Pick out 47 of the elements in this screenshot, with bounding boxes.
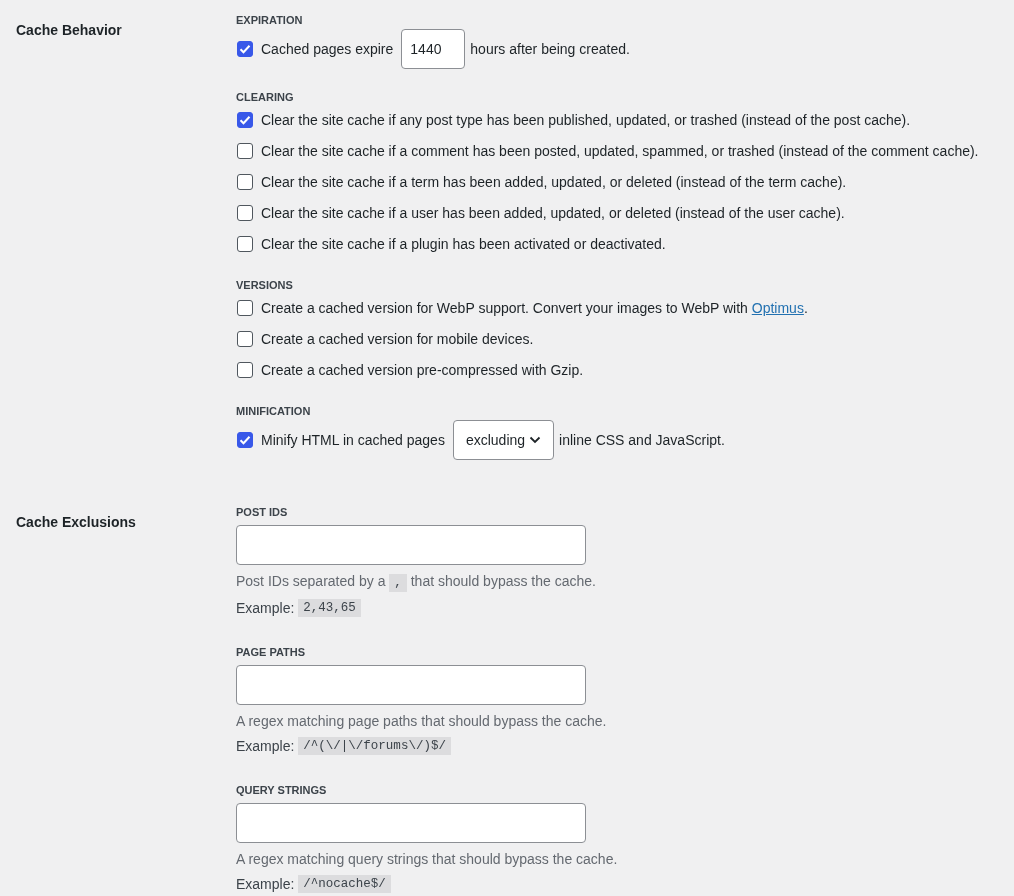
checkbox[interactable] [237, 41, 253, 57]
checkbox[interactable] [237, 235, 253, 252]
option-label: inline CSS and JavaScript. [559, 432, 725, 448]
section-title: Cache Exclusions [16, 514, 136, 530]
checkbox[interactable] [237, 330, 253, 347]
checkbox[interactable] [237, 173, 253, 190]
link[interactable]: Optimus [751, 299, 804, 316]
option-label: Create a cached version pre-compressed with Gzip. [261, 361, 584, 378]
group-heading: MINIFICATION [236, 404, 311, 418]
example-code: 2,43,65 [298, 599, 361, 617]
option-label: Minify HTML in cached pages [261, 432, 445, 448]
checkbox[interactable] [237, 361, 253, 378]
group-heading: EXPIRATION [236, 13, 303, 27]
text-field[interactable] [236, 665, 586, 705]
checkbox[interactable] [237, 432, 253, 448]
option-label: Clear the site cache if a user has been added, updated, or deleted (instead of the user cache). [261, 204, 845, 221]
chevron-down-icon [529, 436, 542, 444]
option-label: hours after being created. [470, 41, 630, 57]
field-heading: PAGE PATHS [236, 645, 306, 659]
text-field[interactable] [236, 525, 586, 565]
example-code: /^nocache$/ [298, 875, 391, 893]
option-label: Clear the site cache if a plugin has been activated or deactivated. [261, 235, 666, 252]
option-label: Cached pages expire [261, 41, 394, 57]
group-heading: VERSIONS [236, 278, 293, 292]
example-label: Example: [236, 876, 295, 892]
option-label: Clear the site cache if any post type has been published, updated, or trashed (instead of the post cache). [261, 111, 911, 128]
option-label: Create a cached version for mobile devices. [261, 330, 534, 347]
section-title: Cache Behavior [16, 22, 122, 38]
text-field[interactable] [236, 803, 586, 843]
field-description: Post IDs separated by a , that should bypass the cache. [236, 572, 596, 593]
checkbox[interactable] [237, 111, 253, 128]
checkbox[interactable] [237, 142, 253, 159]
option-label: Clear the site cache if a term has been added, updated, or deleted (instead of the term cache). [261, 173, 847, 190]
checkbox[interactable] [237, 204, 253, 221]
option-label: Clear the site cache if a comment has been posted, updated, spammed, or trashed (instead of the comment cache). [261, 142, 979, 159]
option-label: Create a cached version for WebP support. Convert your images to WebP with Optimus. [261, 299, 808, 316]
group-heading: CLEARING [236, 90, 294, 104]
number-field[interactable]: 1440 [401, 29, 466, 69]
example-code: /^(\/|\/forums\/)$/ [298, 737, 451, 755]
example-label: Example: [236, 600, 295, 616]
example-label: Example: [236, 738, 295, 754]
field-heading: QUERY STRINGS [236, 783, 327, 797]
dropdown[interactable]: excluding [452, 420, 555, 460]
checkbox[interactable] [237, 299, 253, 316]
field-heading: POST IDS [236, 505, 288, 519]
field-description: A regex matching page paths that should bypass the cache. [236, 712, 607, 731]
field-description: A regex matching query strings that should bypass the cache. [236, 850, 618, 869]
